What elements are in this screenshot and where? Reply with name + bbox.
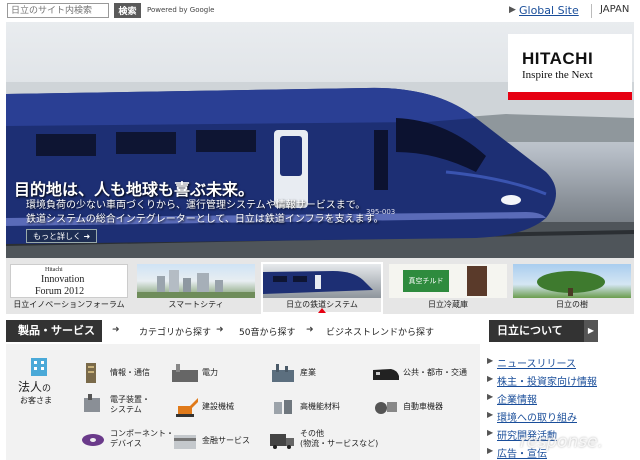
thumb-innovation-forum[interactable]: Hitachi Innovation Forum 2012 日立イノベーションフ… — [10, 264, 128, 312]
materials-icon — [274, 400, 292, 414]
hero-headline: 目的地は、人も地球も喜ぶ未来。 — [14, 180, 255, 199]
region-label: JAPAN — [600, 4, 630, 15]
microscope-icon — [84, 394, 100, 412]
power-plant-icon — [172, 364, 198, 382]
thumb-image — [263, 264, 381, 298]
thumb-label: 日立の樹 — [556, 300, 588, 309]
thumb-image: Hitachi Innovation Forum 2012 — [10, 264, 128, 298]
investor-relations-link[interactable]: 株主・投資家向け情報 — [497, 373, 597, 388]
logo-tagline: Inspire the Next — [522, 69, 593, 81]
segment-sub: お客さま — [20, 396, 52, 405]
thumb-smart-city[interactable]: スマートシティ — [137, 264, 255, 312]
logo-wordmark: HITACHI — [522, 49, 594, 68]
server-icon — [86, 363, 96, 383]
browse-by-business-trend-link[interactable]: ビジネストレンドから探す — [326, 325, 434, 338]
factory-icon — [272, 364, 294, 382]
hero-subtext-line: 鉄道システムの総合インテグレーターとして、日立は鉄道インフラを支えます。 — [26, 214, 384, 225]
disk-icon — [82, 434, 104, 446]
product-label-line: その他 — [300, 429, 324, 438]
active-indicator-icon — [318, 308, 326, 313]
thumb-hitachi-tree[interactable]: 日立の樹 — [513, 264, 631, 312]
product-label: 建設機械 — [202, 402, 234, 411]
hero-subtext-line: 環境負荷の少ない車両づくりから、運行管理システムや情報サービスまで。 — [26, 200, 366, 211]
product-label: 公共・都市・交通 — [403, 368, 467, 377]
bullet-icon: ▶ — [487, 374, 494, 383]
more-details-label: もっと詳しく — [33, 232, 81, 241]
truck-icon — [270, 434, 294, 449]
thumb-refrigerator[interactable]: 真空チルド 日立冷蔵庫 — [389, 264, 507, 312]
arrow-right-icon: ➜ — [83, 232, 91, 241]
thumb-label: 日立イノベーションフォーラム — [13, 300, 125, 309]
chevron-right-icon: ➜ — [216, 325, 224, 335]
hitachi-logo[interactable]: HITACHI Inspire the Next — [508, 34, 632, 100]
product-label-line: (物流・サービスなど) — [300, 439, 379, 448]
bullet-icon: ▶ — [487, 446, 494, 455]
excavator-icon — [176, 398, 198, 417]
category-bar: 製品・サービス ➜ カテゴリから探す ➜ 50音から探す ➜ ビジネストレンドか… — [6, 320, 634, 342]
product-label: 高機能材料 — [300, 402, 340, 411]
chevron-right-icon[interactable]: ▶ — [584, 320, 598, 342]
train-icon — [373, 369, 399, 380]
product-label-line: システム — [110, 405, 142, 414]
thumb-image: 真空チルド — [389, 264, 507, 298]
segment-label: 法人の — [18, 378, 51, 395]
divider — [591, 4, 592, 18]
powered-by-google: Powered by Google — [147, 6, 215, 14]
news-release-link[interactable]: ニュースリリース — [497, 355, 576, 370]
hero-subtext: 環境負荷の少ない車両づくりから、運行管理システムや情報サービスまで。 鉄道システ… — [26, 199, 384, 227]
watermark: response. — [520, 432, 603, 452]
products-panel: 法人の お客さま 情報・通信 電力 産業 公共・都市・交通 電子装置・ システム … — [6, 344, 480, 460]
chevron-right-icon: ▶ — [509, 5, 516, 15]
chevron-right-icon: ➜ — [112, 325, 120, 335]
browse-by-category-link[interactable]: カテゴリから探す — [139, 325, 211, 338]
product-label: 電子装置・ システム — [110, 395, 150, 415]
about-hitachi-heading[interactable]: 日立について — [489, 320, 584, 342]
logo-red-bar — [508, 92, 632, 100]
top-bar: 検索 Powered by Google ▶ Global Site JAPAN — [0, 0, 640, 22]
product-label-line: デバイス — [110, 439, 142, 448]
product-label-line: 電子装置・ — [110, 395, 150, 404]
thumb-label: スマートシティ — [168, 300, 224, 309]
thumb-label: 日立冷蔵庫 — [428, 300, 468, 309]
carousel-thumbnails: Hitachi Innovation Forum 2012 日立イノベーションフ… — [6, 258, 634, 314]
more-details-button[interactable]: もっと詳しく ➜ — [26, 229, 98, 243]
corporate-info-link[interactable]: 企業情報 — [497, 391, 537, 406]
product-label: その他 (物流・サービスなど) — [300, 429, 378, 449]
bullet-icon: ▶ — [487, 410, 494, 419]
thumb-image — [513, 264, 631, 298]
site-search-input[interactable] — [7, 3, 109, 18]
bullet-icon: ▶ — [487, 428, 494, 437]
thumb-image — [137, 264, 255, 298]
segment-main: 法人 — [18, 380, 43, 394]
thumb-text: 真空チルド — [403, 270, 449, 292]
bullet-icon: ▶ — [487, 392, 494, 401]
train-thumb — [263, 271, 373, 294]
global-site-link[interactable]: Global Site — [519, 4, 579, 17]
city-skyline — [137, 270, 255, 298]
products-services-heading[interactable]: 製品・サービス — [6, 320, 102, 342]
product-label: 情報・通信 — [110, 368, 150, 377]
product-label-line: コンポーネント・ — [110, 429, 174, 438]
chevron-right-icon: ➜ — [306, 325, 314, 335]
search-button[interactable]: 検索 — [114, 3, 141, 18]
product-label: 自動車機器 — [403, 402, 443, 411]
thumb-text: Innovation — [41, 274, 85, 285]
thumb-railway-system[interactable]: 日立の鉄道システム — [261, 262, 383, 314]
environment-link[interactable]: 環境への取り組み — [497, 409, 577, 424]
product-label: 産業 — [300, 368, 316, 377]
thumb-text: Forum 2012 — [35, 286, 85, 297]
product-label: 金融サービス — [202, 436, 250, 445]
tree-icon — [537, 271, 605, 296]
car-parts-icon — [375, 402, 397, 414]
thumb-text: Hitachi — [45, 267, 63, 273]
bullet-icon: ▶ — [487, 356, 494, 365]
product-label: コンポーネント・ デバイス — [110, 429, 174, 449]
hero-banner[interactable]: 395-003 HITACHI Inspire the Next 目的地は、人も… — [6, 22, 634, 258]
product-label: 電力 — [202, 368, 218, 377]
browse-by-syllabary-link[interactable]: 50音から探す — [239, 325, 295, 338]
card-icon — [174, 435, 196, 449]
refrigerator-icon — [467, 266, 487, 296]
building-icon — [31, 358, 47, 376]
segment-suffix: の — [42, 384, 52, 394]
